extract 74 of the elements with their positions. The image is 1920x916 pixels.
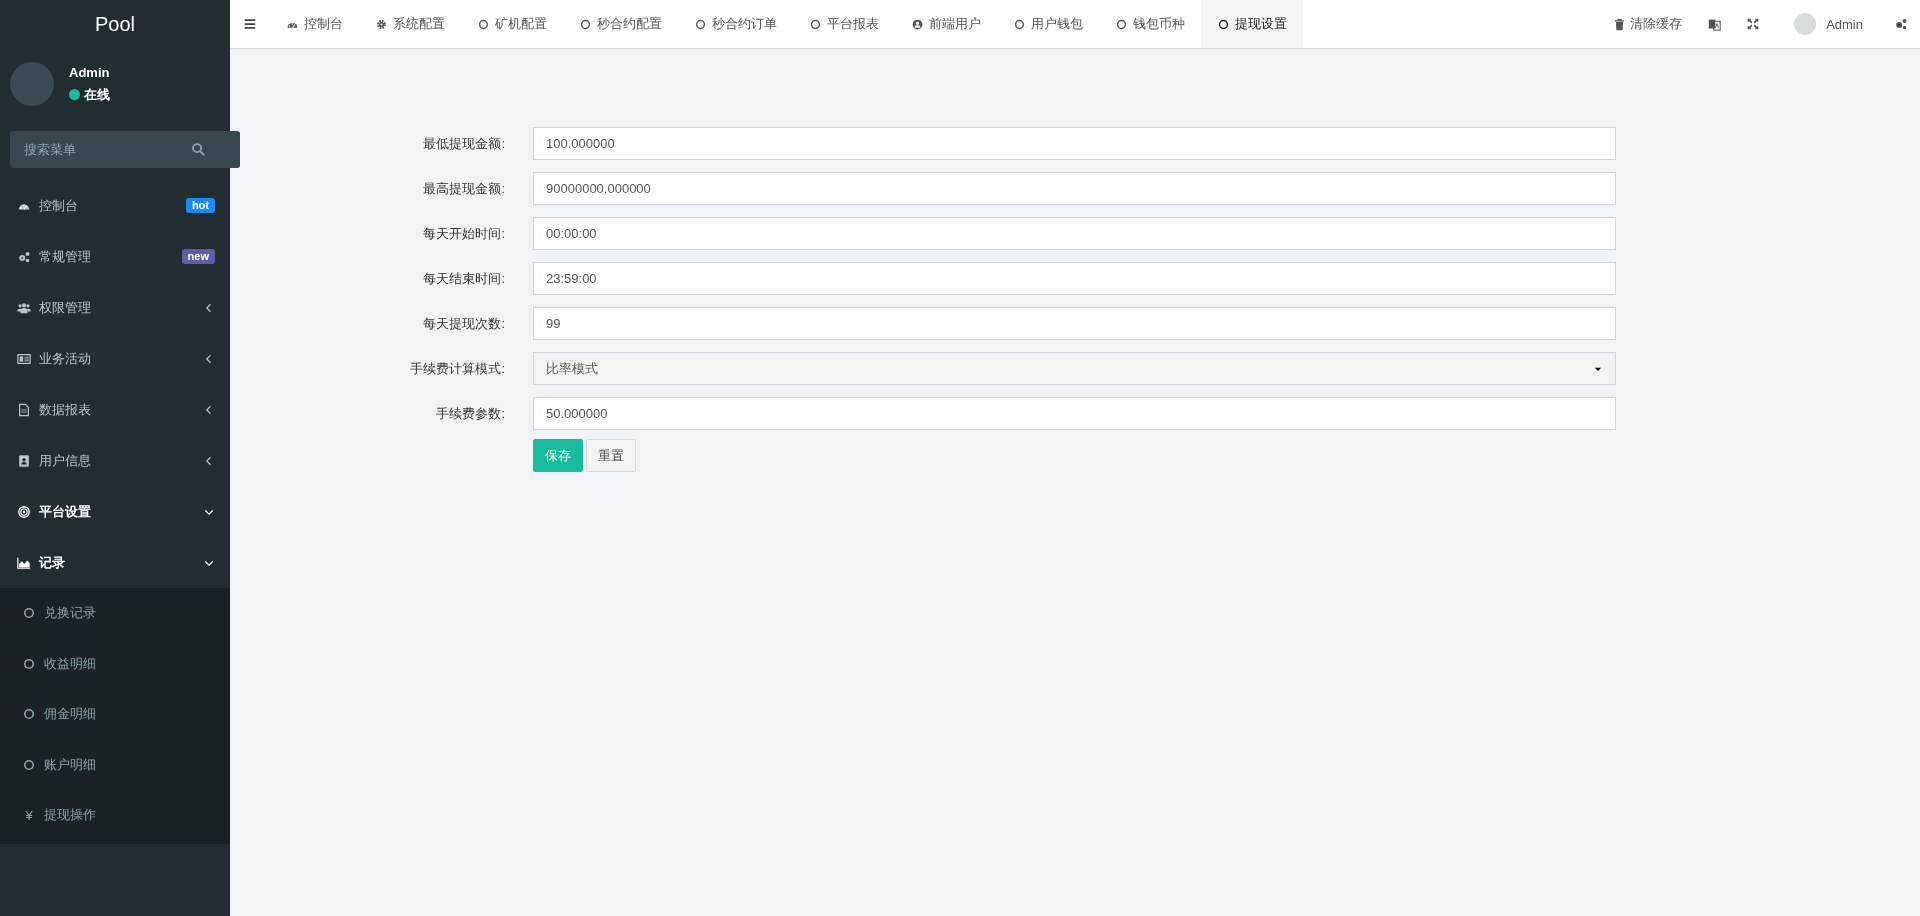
sidebar-item[interactable]: 业务活动: [0, 333, 230, 384]
circle-icon: [694, 17, 707, 31]
input-field[interactable]: 100.000000: [533, 127, 1616, 160]
tab[interactable]: 钱包币种: [1099, 0, 1201, 48]
avatar: [10, 62, 54, 106]
circle-icon: [1013, 17, 1026, 31]
circle-icon: [1115, 17, 1128, 31]
circle-icon: [809, 17, 822, 31]
sidebar-item[interactable]: 数据报表: [0, 384, 230, 435]
field-label: 每天结束时间:: [422, 269, 505, 288]
submenu-item[interactable]: 佣金明细: [0, 689, 230, 740]
sidebar-item[interactable]: 记录: [0, 537, 230, 588]
search-field[interactable]: 搜索菜单: [10, 131, 240, 168]
circle-icon: [477, 17, 490, 31]
select-field[interactable]: 比率模式: [533, 352, 1616, 385]
tab[interactable]: 平台报表: [793, 0, 895, 48]
submenu-item[interactable]: 收益明细: [0, 638, 230, 689]
reset-button[interactable]: 重置: [586, 439, 636, 472]
tab[interactable]: 系统配置: [359, 0, 461, 48]
clear-cache-button[interactable]: 清除缓存: [1600, 0, 1696, 48]
field-label: 每天开始时间:: [422, 224, 505, 243]
user-status: 在线: [84, 85, 110, 104]
user-menu[interactable]: Admin: [1772, 0, 1876, 48]
user-name: Admin: [69, 64, 110, 80]
settings-icon: [1894, 17, 1908, 31]
tab[interactable]: 用户钱包: [997, 0, 1099, 48]
tab[interactable]: 提现设置: [1201, 0, 1303, 48]
circle-icon: [1217, 17, 1230, 31]
field-label: 手续费参数:: [435, 404, 505, 423]
sidebar-item[interactable]: 平台设置: [0, 486, 230, 537]
trash-icon: [1613, 17, 1627, 31]
yen-icon: ¥: [22, 807, 36, 823]
circle-icon: [22, 757, 36, 772]
circle-icon: [22, 606, 36, 621]
field-label: 最高提现金额:: [422, 179, 505, 198]
search-icon: [191, 142, 206, 157]
gears-icon: [17, 249, 31, 264]
sidebar-item[interactable]: 权限管理: [0, 282, 230, 333]
sidebar-item[interactable]: 常规管理 new: [0, 231, 230, 282]
field-label: 最低提现金额:: [422, 134, 505, 153]
circle-icon: [22, 656, 36, 671]
menu-icon: [243, 17, 257, 31]
newspaper-icon: [17, 351, 31, 366]
input-field[interactable]: 50.000000: [533, 397, 1616, 430]
field-label: 每天提现次数:: [422, 314, 505, 333]
badge: hot: [185, 198, 215, 213]
gear-icon: [375, 17, 388, 31]
user-icon: [911, 17, 924, 31]
target-icon: [17, 504, 31, 519]
input-field[interactable]: 00:00:00: [533, 217, 1616, 250]
sidebar-item[interactable]: 用户信息: [0, 435, 230, 486]
translate-icon: [1708, 17, 1722, 31]
tab[interactable]: 前端用户: [895, 0, 997, 48]
input-field[interactable]: 99: [533, 307, 1616, 340]
tab[interactable]: 控制台: [270, 0, 359, 48]
avatar: [1794, 13, 1817, 35]
document-icon: [17, 402, 31, 417]
circle-icon: [579, 17, 592, 31]
input-field[interactable]: 23:59:00: [533, 262, 1616, 295]
fullscreen-icon: [1747, 18, 1760, 30]
tab[interactable]: 秒合约订单: [678, 0, 793, 48]
submenu-item[interactable]: ¥ 提现操作: [0, 790, 230, 841]
field-label: 手续费计算模式:: [409, 359, 505, 378]
area-chart-icon: [17, 555, 31, 570]
online-status-icon: [69, 89, 80, 100]
contact-card-icon: [17, 453, 31, 468]
tab[interactable]: 矿机配置: [461, 0, 563, 48]
tab[interactable]: 秒合约配置: [563, 0, 678, 48]
sidebar-item[interactable]: 控制台 hot: [0, 180, 230, 231]
badge: new: [181, 249, 215, 264]
submenu-item[interactable]: 兑换记录: [0, 588, 230, 639]
submenu-item[interactable]: 账户明细: [0, 739, 230, 790]
input-field[interactable]: 90000000.000000: [533, 172, 1616, 205]
circle-icon: [22, 707, 36, 722]
